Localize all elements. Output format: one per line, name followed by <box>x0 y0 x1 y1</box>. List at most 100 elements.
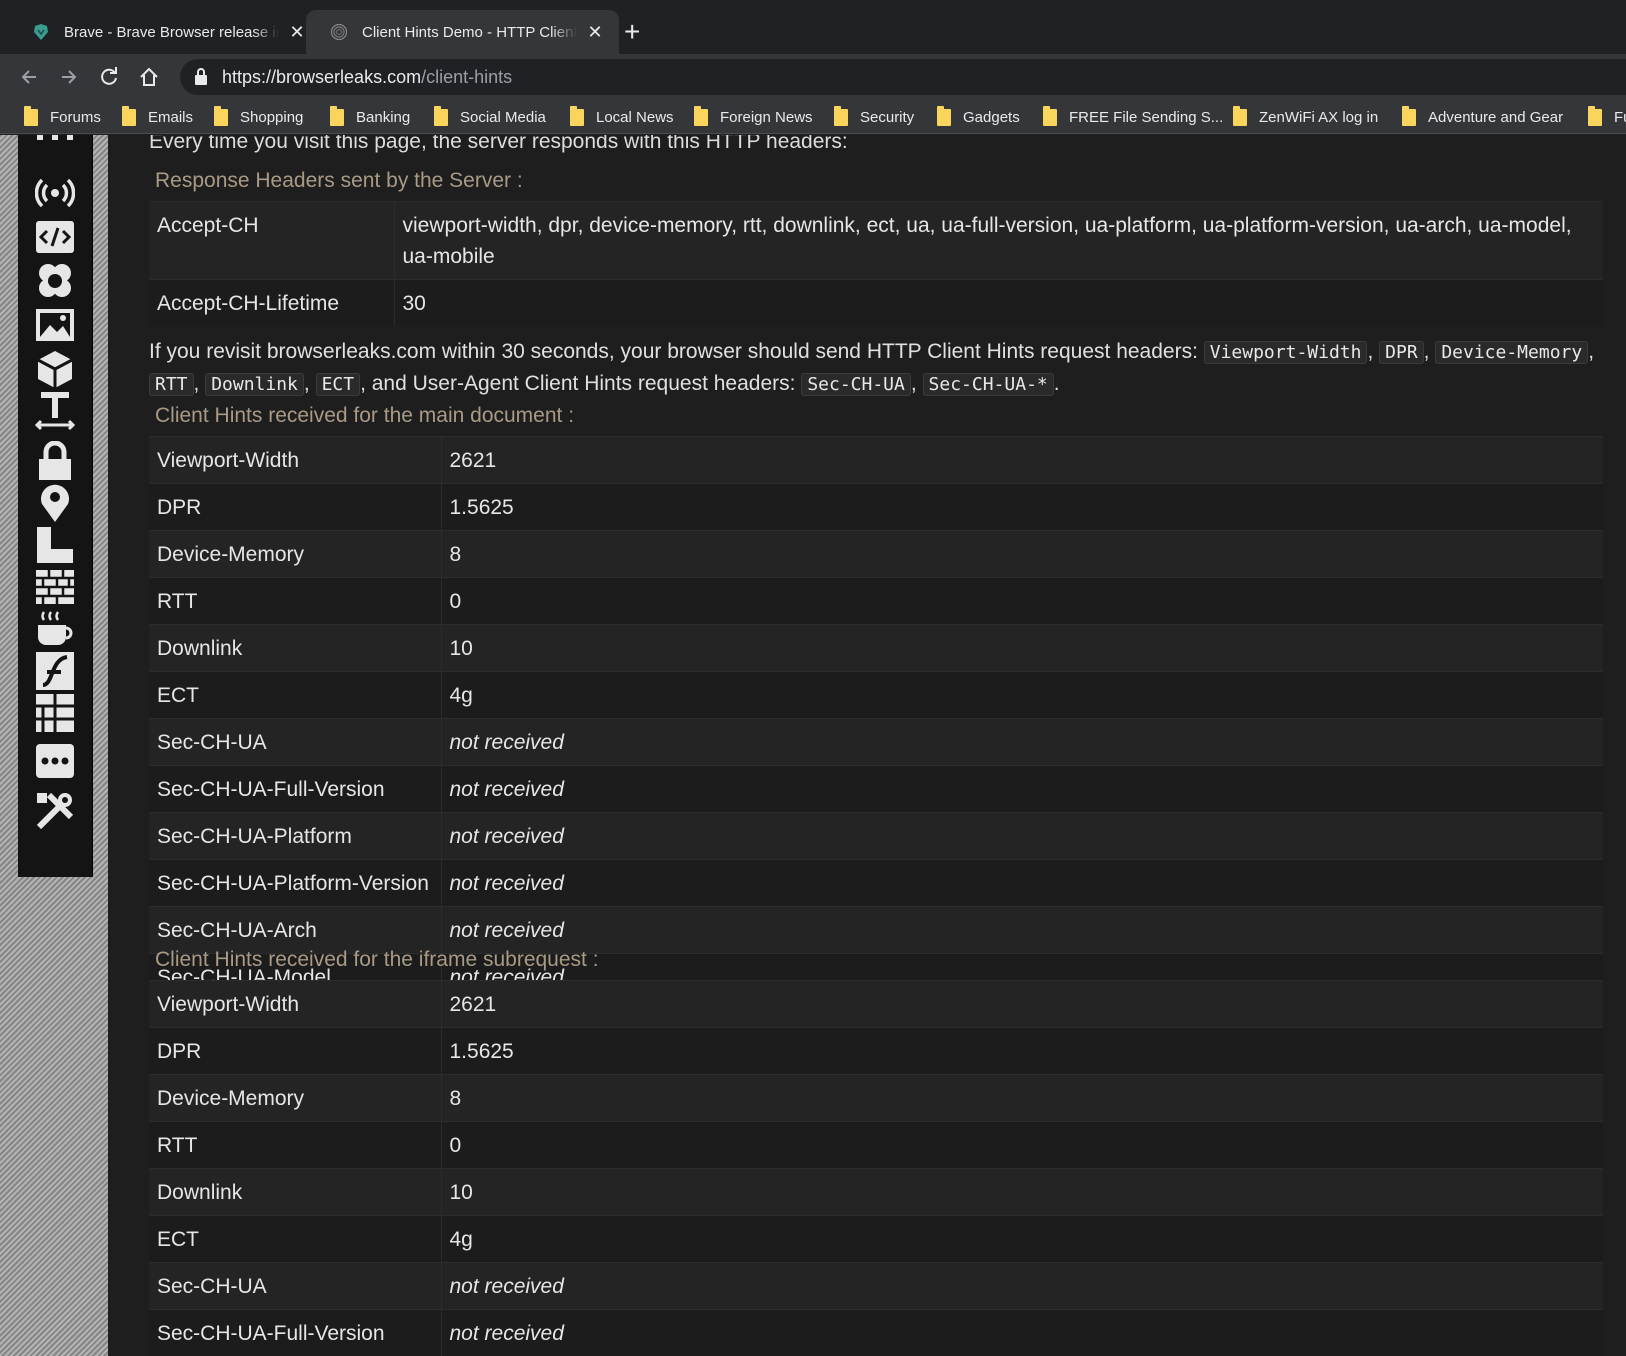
table-row: Device-Memory 8 <box>149 530 1603 578</box>
revisit-explanation: If you revisit browserleaks.com within 3… <box>149 336 1603 400</box>
folder-icon <box>1402 105 1416 126</box>
para-text: . <box>1053 372 1060 395</box>
bookmark-folder[interactable]: Security <box>834 105 914 128</box>
table-row: RTT 0 <box>149 1121 1603 1169</box>
address-bar[interactable]: https://browserleaks.com/client-hints <box>180 59 1626 95</box>
code-icon[interactable] <box>35 217 75 257</box>
bookmark-label: Shopping <box>240 108 304 126</box>
close-icon[interactable]: ✕ <box>585 22 605 43</box>
flash-icon[interactable] <box>35 651 75 691</box>
table-row: Downlink 10 <box>149 624 1603 672</box>
hint-value: 4g <box>441 671 1603 719</box>
hint-value: 10 <box>441 1168 1603 1216</box>
hint-name: ECT <box>149 671 442 719</box>
bookmark-folder[interactable]: Emails <box>122 105 194 128</box>
hint-name: Sec-CH-UA-Full-Version <box>149 765 442 813</box>
hint-name: Sec-CH-UA-Platform-Version <box>149 859 442 907</box>
folder-icon <box>1588 105 1602 126</box>
reload-button[interactable] <box>94 62 124 92</box>
bookmark-folder[interactable]: Local News <box>570 105 674 128</box>
flower-icon[interactable] <box>35 261 75 301</box>
hint-value: not received <box>441 812 1603 860</box>
hint-value: not received <box>441 1309 1603 1356</box>
url-path: /client-hints <box>421 66 513 87</box>
bookmark-label: ZenWiFi AX log in <box>1259 108 1379 126</box>
sidebar-top-icon-fragment <box>35 135 75 141</box>
table-row: RTT 0 <box>149 577 1603 625</box>
arrow-right-icon <box>62 70 77 84</box>
hint-name: DPR <box>149 483 442 531</box>
hint-value: not received <box>441 765 1603 813</box>
antenna-icon[interactable] <box>35 173 75 213</box>
separator: , <box>1423 340 1436 363</box>
brick-wall-icon[interactable] <box>35 567 75 607</box>
bookmark-folder[interactable]: Social Media <box>434 105 546 128</box>
bookmarks-bar: Forums Emails Shopping Banking Social Me… <box>0 100 1626 134</box>
bookmark-label: Emails <box>148 108 194 126</box>
forward-button[interactable] <box>54 62 84 92</box>
hint-value: 2621 <box>441 436 1603 484</box>
map-pin-icon[interactable] <box>35 483 75 523</box>
bookmark-folder[interactable]: Banking <box>330 105 410 128</box>
tab-title: Client Hints Demo - HTTP Client Hints <box>362 23 577 41</box>
tab-strip: Brave - Brave Browser release info ✕ Cli… <box>0 0 1626 54</box>
tab-client-hints[interactable]: Client Hints Demo - HTTP Client Hints ✕ <box>306 10 619 54</box>
folder-icon <box>330 105 344 126</box>
bookmark-folder[interactable]: Forums <box>24 105 101 128</box>
response-headers-table: Accept-CH viewport-width, dpr, device-me… <box>149 201 1603 326</box>
main-document-hints-title: Client Hints received for the main docum… <box>155 404 575 427</box>
hint-name: Sec-CH-UA <box>149 1262 442 1310</box>
home-button[interactable] <box>134 62 164 92</box>
bookmark-folder[interactable]: Foreign News <box>694 105 813 128</box>
code-downlink: Downlink <box>205 373 304 396</box>
table-row: Accept-CH-Lifetime 30 <box>149 279 1603 326</box>
cube-icon[interactable] <box>35 349 75 389</box>
code-dpr: DPR <box>1379 341 1424 364</box>
bookmark-label: Social Media <box>460 108 546 126</box>
folder-icon <box>1043 105 1057 126</box>
bookmark-folder[interactable]: Fu <box>1588 105 1626 128</box>
header-value: viewport-width, dpr, device-memory, rtt,… <box>394 201 1603 280</box>
hint-name: ECT <box>149 1215 442 1263</box>
hint-name: Sec-CH-UA-Platform <box>149 812 442 860</box>
table-row: Sec-CH-UA-Platform not received <box>149 812 1603 860</box>
code-viewport-width: Viewport-Width <box>1203 341 1368 364</box>
more-dots-icon[interactable] <box>35 741 75 781</box>
folder-icon <box>1233 105 1247 126</box>
coffee-cup-icon[interactable] <box>35 609 75 649</box>
hint-value: not received <box>441 1262 1603 1310</box>
bookmark-folder[interactable]: Shopping <box>214 105 304 128</box>
close-icon[interactable]: ✕ <box>287 22 307 43</box>
hint-value: 2621 <box>441 980 1603 1028</box>
text-height-icon[interactable] <box>35 391 75 431</box>
bookmark-folder[interactable]: FREE File Sending S... <box>1043 105 1223 128</box>
folder-icon <box>694 105 708 126</box>
tools-icon[interactable] <box>35 791 75 831</box>
home-icon <box>140 67 158 86</box>
code-rtt: RTT <box>149 373 194 396</box>
hint-name: Downlink <box>149 1168 442 1216</box>
hint-name: Device-Memory <box>149 1074 442 1122</box>
lock-icon[interactable] <box>35 441 75 481</box>
square-icon[interactable] <box>35 525 75 565</box>
iframe-hints-table: Viewport-Width 2621 DPR 1.5625 Device-Memory… <box>149 980 1603 1356</box>
new-tab-button[interactable]: + <box>624 14 640 50</box>
table-row: DPR 1.5625 <box>149 1027 1603 1075</box>
back-button[interactable] <box>14 62 44 92</box>
lock-icon <box>195 68 207 85</box>
hint-value: 4g <box>441 1215 1603 1263</box>
bookmark-folder[interactable]: Gadgets <box>937 105 1020 128</box>
table-row: Accept-CH viewport-width, dpr, device-me… <box>149 201 1603 280</box>
image-icon[interactable] <box>35 305 75 345</box>
folder-icon <box>434 105 448 126</box>
table-row: Downlink 10 <box>149 1168 1603 1216</box>
bookmark-folder[interactable]: Adventure and Gear <box>1402 105 1563 128</box>
table-row: Sec-CH-UA-Full-Version not received <box>149 1309 1603 1356</box>
tab-brave-release[interactable]: Brave - Brave Browser release info ✕ <box>8 10 321 54</box>
page-viewport: Every time you visit this page, the serv… <box>0 135 1626 1356</box>
toolbar: https://browserleaks.com/client-hints <box>0 54 1626 100</box>
bookmark-folder[interactable]: ZenWiFi AX log in <box>1233 105 1379 128</box>
separator: , <box>303 372 316 395</box>
window-grid-icon[interactable] <box>35 693 75 733</box>
separator: , <box>910 372 923 395</box>
